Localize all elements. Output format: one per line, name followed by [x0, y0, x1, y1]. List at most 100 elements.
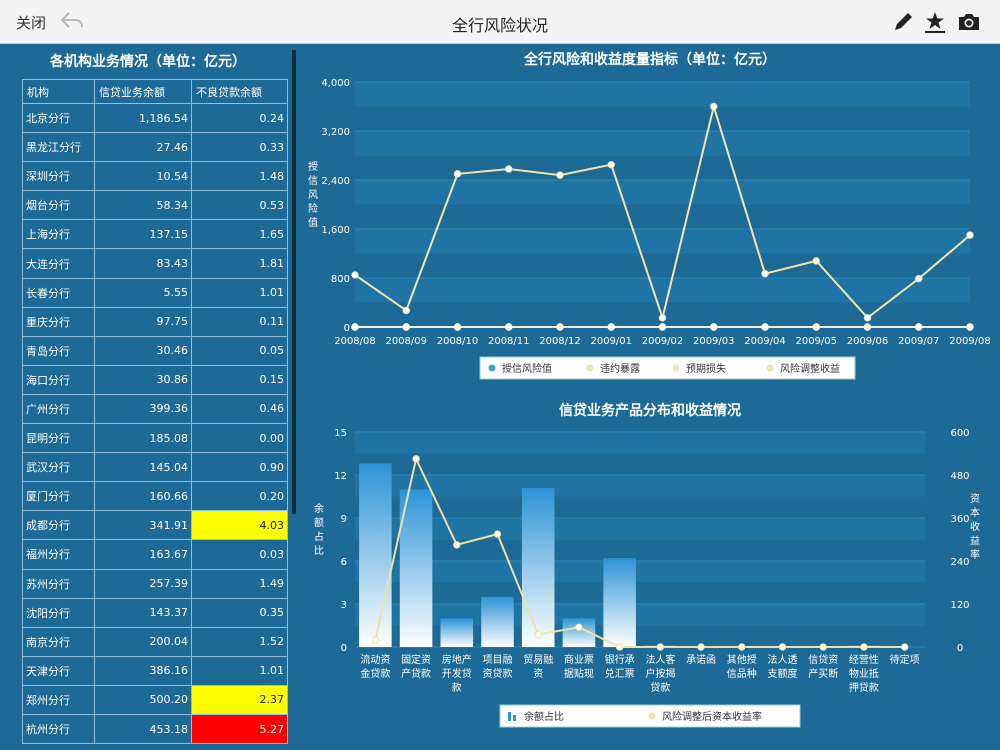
table-row[interactable]: 北京分行 1,186.54 0.24 [22, 102, 288, 134]
org-name-cell: 深圳分行 [22, 161, 95, 192]
grid-band [355, 561, 925, 583]
loan-balance-cell: 97.75 [94, 306, 192, 337]
data-point [697, 643, 705, 651]
org-name-cell: 黑龙江分行 [22, 132, 95, 163]
data-point [812, 323, 820, 331]
table-row[interactable]: 上海分行 137.15 1.65 [22, 219, 288, 250]
org-name-cell: 天津分行 [22, 655, 95, 686]
loan-balance-cell: 27.46 [94, 132, 192, 163]
y-tick-label: 2,400 [321, 176, 350, 187]
y-axis-label: 信 [308, 175, 318, 187]
y-tick-label: 800 [331, 274, 350, 285]
npl-balance-cell: 0.24 [191, 102, 288, 134]
table-row[interactable]: 黑龙江分行 27.46 0.33 [22, 132, 288, 163]
loan-balance-cell: 58.34 [94, 190, 192, 221]
npl-balance-cell: 4.03 [191, 510, 288, 541]
x-tick-label: 法人透 [768, 653, 798, 666]
x-tick-label: 款 [452, 681, 462, 694]
grid-band [355, 131, 970, 156]
data-point [966, 231, 974, 239]
data-point [453, 170, 462, 178]
legend-label: 风险调整收益 [780, 362, 840, 375]
grid-band [355, 229, 970, 254]
x-tick-label: 经营性 [849, 653, 879, 666]
camera-icon[interactable] [956, 9, 982, 35]
table-row[interactable]: 深圳分行 10.54 1.48 [22, 161, 288, 192]
npl-balance-cell: 1.01 [191, 277, 288, 308]
y-tick-label: 0 [344, 323, 350, 334]
table-row[interactable]: 成都分行 341.91 4.03 [22, 510, 288, 541]
npl-balance-cell: 1.52 [191, 626, 288, 657]
table-row[interactable]: 长春分行 5.55 1.01 [22, 277, 288, 308]
x-tick-label: 2008/08 [334, 336, 376, 347]
npl-balance-cell: 1.01 [191, 655, 288, 686]
y-tick-label: 15 [334, 428, 347, 439]
loan-balance-cell: 386.16 [94, 655, 192, 686]
x-tick-label: 产买断 [808, 667, 838, 680]
loan-balance-cell: 257.39 [94, 568, 192, 599]
star-tray-icon[interactable] [922, 9, 948, 35]
table-row[interactable]: 烟台分行 58.34 0.53 [22, 190, 288, 221]
y2-tick-label: 0 [957, 643, 963, 654]
y-axis-label: 险 [308, 202, 318, 215]
table-row[interactable]: 厦门分行 160.66 0.20 [22, 481, 288, 512]
table-row[interactable]: 重庆分行 97.75 0.11 [22, 306, 288, 337]
y2-tick-label: 240 [950, 557, 969, 568]
table-row[interactable]: 天津分行 386.16 1.01 [22, 655, 288, 686]
org-name-cell: 海口分行 [22, 364, 95, 395]
data-point [658, 314, 667, 322]
table-row[interactable]: 海口分行 30.86 0.15 [22, 364, 288, 395]
loan-balance-cell: 145.04 [94, 452, 192, 483]
y-axis-label: 风 [308, 189, 318, 201]
table-row[interactable]: 苏州分行 257.39 1.49 [22, 568, 288, 599]
y-tick-label: 6 [341, 557, 347, 568]
table-row[interactable]: 杭州分行 453.18 5.27 [22, 713, 288, 745]
panel-scrollbar[interactable] [292, 50, 296, 514]
loan-balance-cell: 143.37 [94, 597, 192, 628]
data-point [505, 165, 513, 173]
loan-balance-cell: 341.91 [94, 510, 192, 541]
org-name-cell: 武汉分行 [22, 452, 95, 483]
table-row[interactable]: 沈阳分行 143.37 0.35 [22, 597, 288, 628]
table-row[interactable]: 武汉分行 145.04 0.90 [22, 452, 288, 483]
data-point [371, 636, 380, 644]
npl-balance-cell: 0.05 [191, 335, 288, 366]
org-name-cell: 厦门分行 [22, 481, 95, 512]
org-name-cell: 杭州分行 [22, 713, 95, 745]
x-tick-label: 2008/09 [385, 336, 427, 347]
col-header-npl: 不良贷款余额 [191, 79, 288, 104]
x-tick-label: 2009/05 [795, 336, 837, 347]
x-tick-label: 金贷款 [360, 667, 390, 680]
data-point [966, 323, 974, 331]
loan-balance-cell: 10.54 [94, 161, 192, 192]
legend-marker [586, 364, 594, 372]
data-point [761, 323, 769, 331]
data-point [819, 643, 827, 651]
table-row[interactable]: 福州分行 163.67 0.03 [22, 539, 288, 570]
org-name-cell: 成都分行 [22, 510, 95, 541]
legend-marker [648, 712, 656, 720]
table-row[interactable]: 大连分行 83.43 1.81 [22, 248, 288, 279]
table-row[interactable]: 郑州分行 500.20 2.37 [22, 684, 288, 715]
loan-balance-cell: 185.08 [94, 423, 192, 454]
y-tick-label: 3 [341, 600, 347, 611]
data-point [351, 323, 359, 331]
org-name-cell: 青岛分行 [22, 335, 95, 366]
x-tick-label: 开发贷 [442, 667, 472, 680]
table-row[interactable]: 南京分行 200.04 1.52 [22, 626, 288, 657]
table-row[interactable]: 青岛分行 30.46 0.05 [22, 335, 288, 366]
x-tick-label: 押贷款 [849, 681, 879, 694]
table-row[interactable]: 广州分行 399.36 0.46 [22, 393, 288, 425]
npl-balance-cell: 1.49 [191, 568, 288, 599]
table-row[interactable]: 昆明分行 185.08 0.00 [22, 423, 288, 454]
x-tick-label: 固定资 [401, 653, 431, 666]
data-point [915, 274, 923, 283]
legend-label: 余额占比 [524, 710, 564, 723]
y2-tick-label: 360 [950, 514, 969, 525]
data-point [860, 643, 868, 651]
pencil-icon[interactable] [890, 9, 916, 35]
x-tick-label: 支额度 [768, 667, 798, 680]
data-point [453, 323, 462, 331]
npl-balance-cell: 0.33 [191, 132, 288, 163]
data-point [778, 643, 787, 651]
